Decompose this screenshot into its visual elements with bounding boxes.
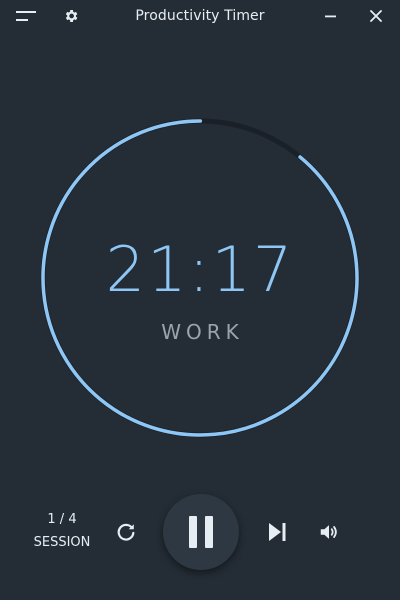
volume-icon — [320, 525, 337, 539]
timer-display: 21:17 — [105, 233, 295, 306]
close-button[interactable] — [362, 2, 390, 30]
volume-button[interactable] — [313, 516, 345, 548]
close-icon — [370, 10, 382, 22]
restart-icon — [117, 523, 135, 541]
settings-button[interactable] — [57, 2, 85, 30]
minimize-button[interactable] — [316, 2, 344, 30]
title-bar: Productivity Timer — [0, 0, 400, 32]
pause-icon — [189, 516, 213, 548]
skip-button[interactable] — [261, 516, 293, 548]
restart-button[interactable] — [110, 516, 142, 548]
timer-mode-label: WORK — [161, 320, 244, 344]
session-label: SESSION — [33, 535, 91, 550]
hamburger-menu-icon — [16, 11, 36, 21]
skip-next-icon — [269, 523, 286, 541]
pause-button[interactable] — [163, 494, 239, 570]
session-counter: 1 / 4 SESSION — [28, 510, 96, 553]
session-count: 1 / 4 — [47, 512, 77, 527]
minimize-icon — [325, 15, 336, 18]
gear-icon — [65, 10, 78, 22]
menu-button[interactable] — [12, 2, 40, 30]
